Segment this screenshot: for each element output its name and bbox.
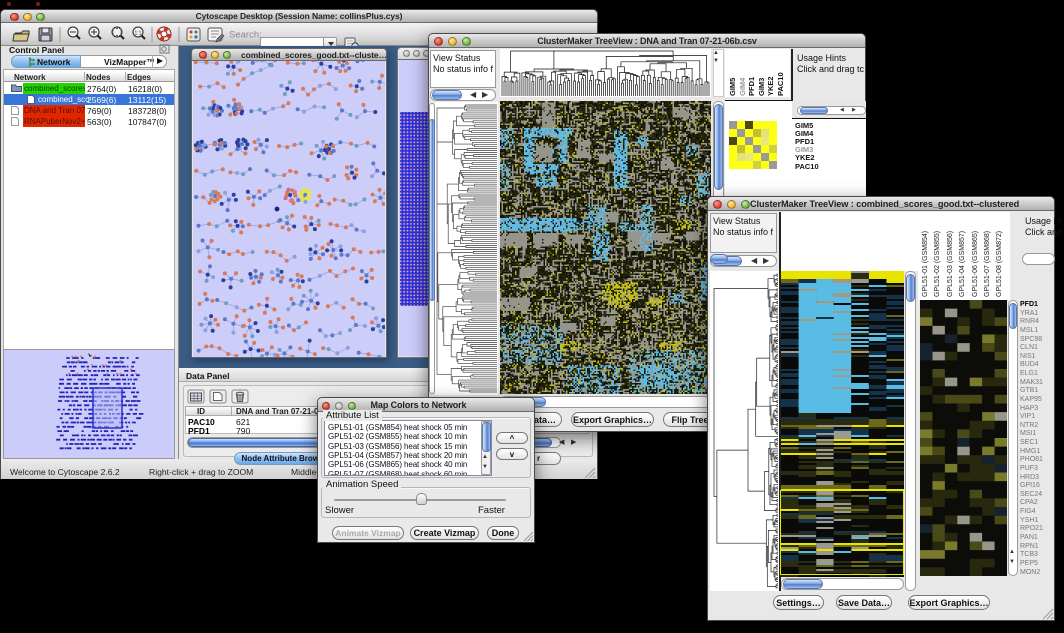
svg-text:1:1: 1:1 bbox=[135, 31, 142, 37]
svg-text:Search:: Search: bbox=[229, 30, 262, 41]
